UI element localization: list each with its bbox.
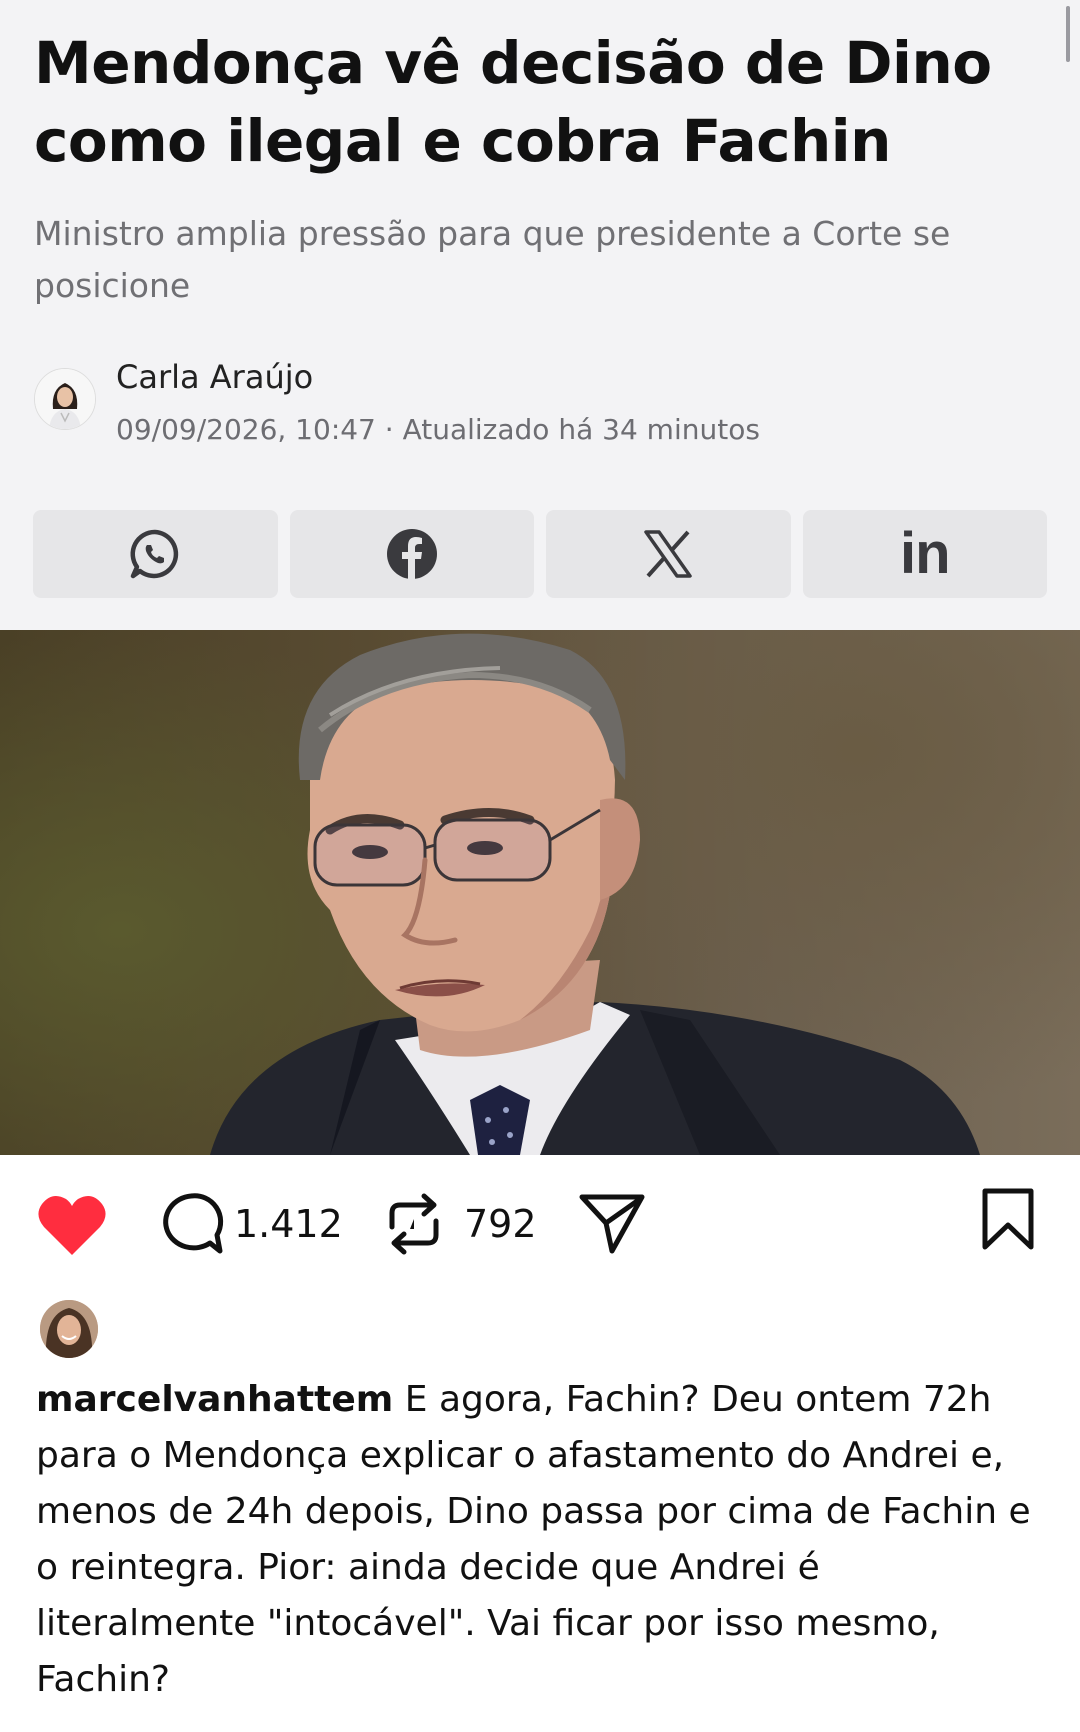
post-caption: marcelvanhattem E agora, Fachin? Deu ont…	[36, 1372, 1046, 1708]
reposts-count: 792	[464, 1202, 537, 1246]
share-x-button[interactable]	[546, 510, 791, 598]
comment-button[interactable]: 1.412	[158, 1191, 343, 1257]
caption-text: E agora, Fachin? Deu ontem 72h para o Me…	[36, 1379, 1031, 1700]
author-avatar[interactable]	[34, 368, 96, 430]
like-button[interactable]	[36, 1193, 108, 1257]
scrollbar-thumb[interactable]	[1066, 6, 1070, 62]
comment-icon	[163, 1193, 224, 1254]
linkedin-icon: in	[899, 521, 951, 586]
post-photo[interactable]	[0, 630, 1080, 1155]
share-buttons: in	[33, 510, 1047, 598]
heart-icon	[38, 1195, 106, 1255]
share-whatsapp-button[interactable]	[33, 510, 278, 598]
article-headline[interactable]: Mendonça vê decisão de Dino como ilegal …	[34, 24, 1034, 180]
share-linkedin-button[interactable]: in	[802, 510, 1047, 598]
article-card: Mendonça vê decisão de Dino como ilegal …	[0, 0, 1080, 630]
save-button[interactable]	[980, 1187, 1036, 1251]
caption-username[interactable]: marcelvanhattem	[36, 1379, 393, 1420]
share-facebook-button[interactable]	[289, 510, 534, 598]
liker-avatar[interactable]	[40, 1300, 98, 1358]
repost-icon	[389, 1193, 439, 1255]
whatsapp-icon	[130, 529, 179, 579]
send-icon	[579, 1194, 645, 1254]
photo-of-man-with-glasses	[210, 633, 980, 1155]
comments-count: 1.412	[234, 1202, 343, 1246]
repost-button[interactable]: 792	[384, 1191, 537, 1257]
x-icon	[644, 530, 692, 578]
bookmark-icon	[982, 1188, 1034, 1250]
article-timestamp: 09/09/2026, 10:47 · Atualizado há 34 min…	[116, 413, 760, 446]
article-subtitle: Ministro amplia pressão para que preside…	[34, 214, 951, 305]
share-button[interactable]	[578, 1191, 646, 1255]
post-action-bar: 1.412 792	[0, 1155, 1080, 1285]
facebook-icon	[386, 529, 437, 579]
author-name[interactable]: Carla Araújo	[116, 358, 313, 396]
